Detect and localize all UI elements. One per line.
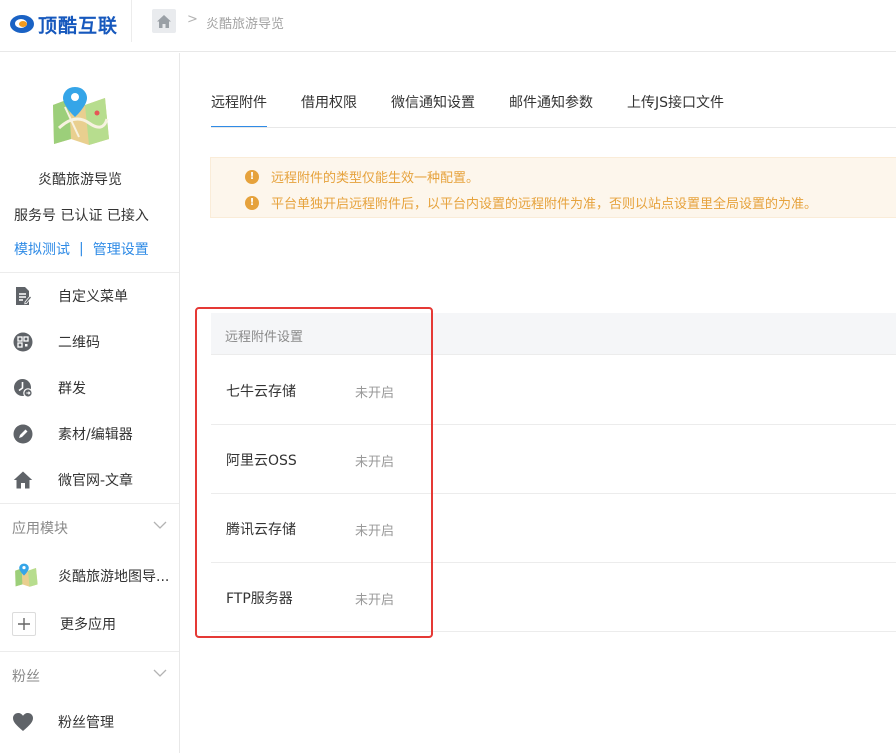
map-app-icon [12,562,40,590]
group-title: 粉丝 [12,668,40,685]
sidebar-item-fans-manage[interactable]: 粉丝管理 [0,699,179,745]
logo-text: 顶酷互联 [38,14,119,37]
sidebar: 炎酷旅游导览 服务号 已认证 已接入 模拟测试 | 管理设置 自定义菜单 二维码… [0,53,180,753]
manage-settings-link[interactable]: 管理设置 [93,239,149,259]
document-edit-icon [12,285,34,307]
tabs-divider [211,127,896,128]
sidebar-item-map-app[interactable]: 炎酷旅游地图导... [0,551,179,601]
sidebar-item-label: 自定义菜单 [58,289,128,305]
chevron-down-icon [153,521,167,529]
tab-wechat-notify[interactable]: 微信通知设置 [391,92,475,128]
notice-line: ! 平台单独开启远程附件后，以平台内设置的远程附件为准，否则以站点设置里全局设置… [245,193,817,212]
pencil-icon [12,423,34,445]
logo[interactable]: 顶酷互联 [10,10,118,38]
home-icon [157,14,171,28]
info-icon: ! [245,169,259,184]
storage-state: 未开启 [355,386,395,401]
sidebar-item-more-apps[interactable]: 更多应用 [0,601,179,647]
account-links: 模拟测试 | 管理设置 [14,239,149,259]
storage-name: 阿里云OSS [226,453,297,469]
sidebar-item-broadcast[interactable]: 群发 [0,365,179,411]
account-name: 炎酷旅游导览 [38,172,122,188]
account-card: 炎酷旅游导览 服务号 已认证 已接入 模拟测试 | 管理设置 [0,53,179,273]
heart-icon [12,711,34,733]
storage-state: 未开启 [355,524,395,539]
sidebar-item-label: 更多应用 [60,617,116,633]
group-title: 应用模块 [12,520,68,537]
top-bar: 顶酷互联 > 炎酷旅游导览 [0,0,896,52]
home-icon [12,469,34,491]
link-separator: | [79,241,84,257]
remote-row-aliyun-oss[interactable]: 阿里云OSS 未开启 [211,425,896,494]
storage-state: 未开启 [355,593,395,608]
notice-line: ! 远程附件的类型仅能生效一种配置。 [245,167,479,186]
sidebar-item-label: 炎酷旅游地图导... [58,569,170,585]
panel-title: 远程附件设置 [225,330,304,345]
storage-name: 七牛云存储 [226,384,296,400]
qrcode-icon [12,331,34,353]
sidebar-item-label: 微官网-文章 [58,473,134,489]
breadcrumb-separator: > [187,12,198,27]
sidebar-item-label: 粉丝管理 [58,715,114,731]
sidebar-group-fans[interactable]: 粉丝 [0,651,179,699]
notice-text: 远程附件的类型仅能生效一种配置。 [271,171,480,186]
topbar-divider [131,0,132,42]
logo-mark-icon [10,15,34,33]
sidebar-item-label: 二维码 [58,335,100,351]
sidebar-item-label: 素材/编辑器 [58,427,133,443]
plus-icon [12,612,36,636]
remote-row-ftp[interactable]: FTP服务器 未开启 [211,563,896,632]
remote-row-tencent-cos[interactable]: 腾讯云存储 未开启 [211,494,896,563]
simulate-test-link[interactable]: 模拟测试 [14,239,70,259]
info-icon: ! [245,195,259,210]
sidebar-item-custom-menu[interactable]: 自定义菜单 [0,273,179,319]
sidebar-item-qrcode[interactable]: 二维码 [0,319,179,365]
sidebar-item-label: 群发 [58,381,86,397]
storage-name: FTP服务器 [226,591,293,607]
sidebar-item-microsite[interactable]: 微官网-文章 [0,457,179,503]
tab-borrow-permission[interactable]: 借用权限 [301,92,357,128]
notice-text: 平台单独开启远程附件后，以平台内设置的远程附件为准，否则以站点设置里全局设置的为… [271,197,818,212]
chevron-down-icon [153,669,167,677]
remote-row-qiniu[interactable]: 七牛云存储 未开启 [211,356,896,425]
warning-notice: ! 远程附件的类型仅能生效一种配置。 ! 平台单独开启远程附件后，以平台内设置的… [210,157,896,218]
clock-send-icon [12,377,34,399]
storage-state: 未开启 [355,455,395,470]
tab-mail-notify[interactable]: 邮件通知参数 [509,92,593,128]
account-status: 服务号 已认证 已接入 [14,208,149,224]
account-avatar[interactable] [45,83,115,153]
settings-tabs: 远程附件 借用权限 微信通知设置 邮件通知参数 上传JS接口文件 [211,92,758,128]
remote-settings-header: 远程附件设置 [211,313,896,355]
storage-name: 腾讯云存储 [226,522,296,538]
sidebar-item-materials[interactable]: 素材/编辑器 [0,411,179,457]
tab-remote-attachment[interactable]: 远程附件 [211,92,267,128]
home-button[interactable] [152,9,176,33]
tab-upload-js[interactable]: 上传JS接口文件 [627,92,724,128]
sidebar-group-apps[interactable]: 应用模块 [0,503,179,551]
breadcrumb-current[interactable]: 炎酷旅游导览 [206,13,284,32]
